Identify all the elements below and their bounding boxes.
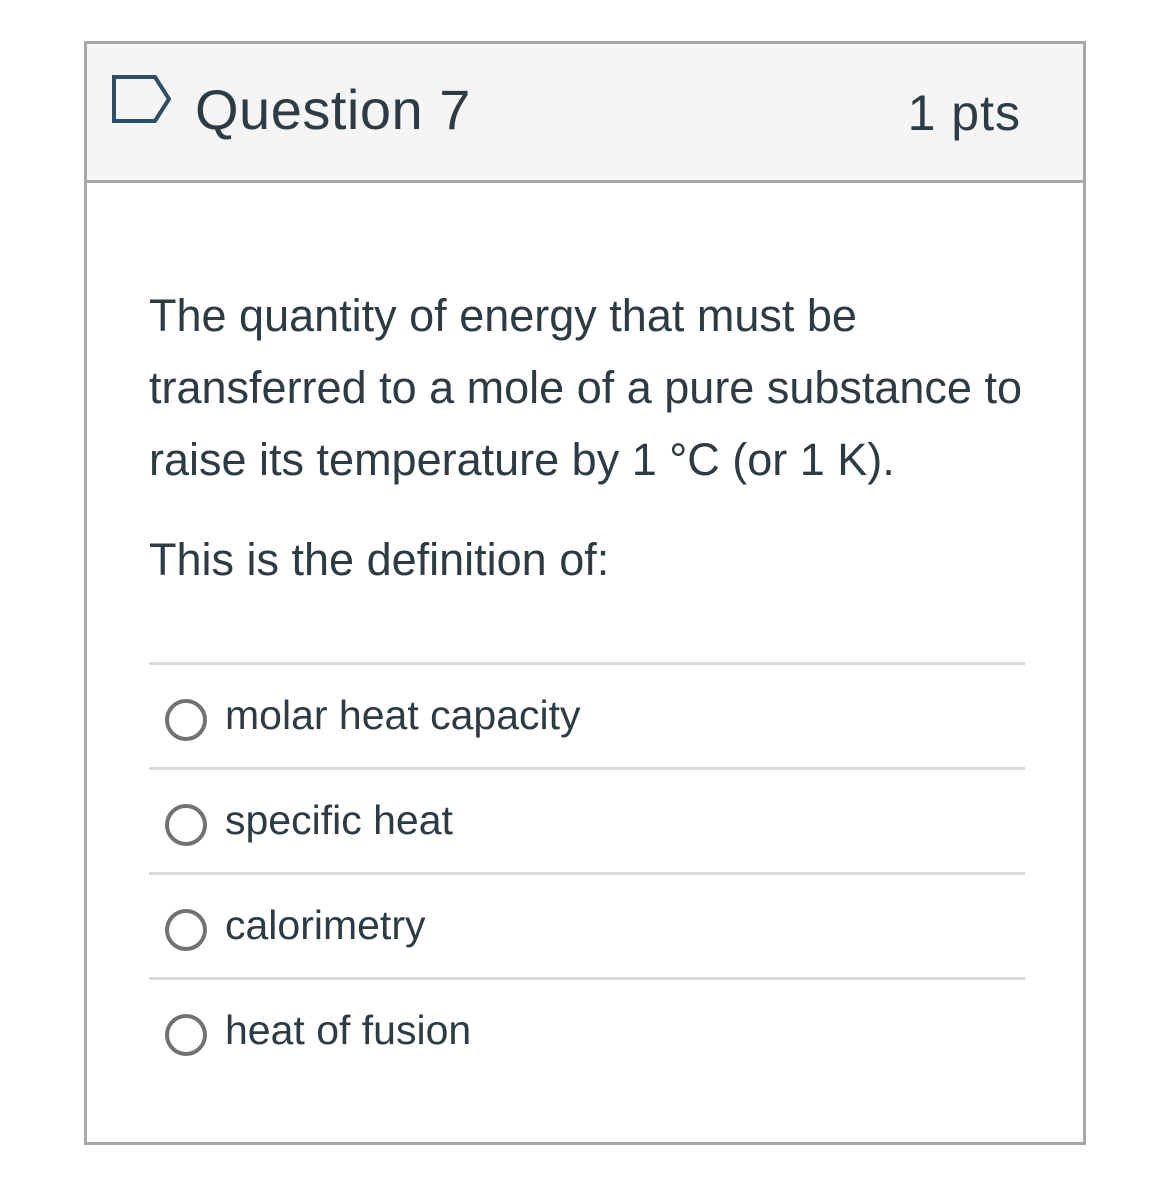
answer-option[interactable]: specific heat bbox=[149, 770, 1025, 875]
answer-label[interactable]: calorimetry bbox=[225, 899, 425, 951]
answer-list: molar heat capacity specific heat calori… bbox=[149, 662, 1025, 1082]
radio-button[interactable] bbox=[165, 909, 207, 951]
answer-option[interactable]: heat of fusion bbox=[149, 980, 1025, 1082]
radio-button[interactable] bbox=[165, 1014, 207, 1056]
question-header: Question 7 1 pts bbox=[87, 44, 1083, 183]
answer-option[interactable]: molar heat capacity bbox=[149, 665, 1025, 770]
question-points: 1 pts bbox=[907, 85, 1021, 141]
answer-label[interactable]: heat of fusion bbox=[225, 1004, 471, 1056]
answer-label[interactable]: specific heat bbox=[225, 794, 453, 846]
answer-option[interactable]: calorimetry bbox=[149, 875, 1025, 980]
question-prompt: This is the definition of: bbox=[149, 534, 610, 585]
question-title: Question 7 bbox=[195, 78, 471, 141]
question-text: The quantity of energy that must be tran… bbox=[149, 290, 1022, 485]
answer-label[interactable]: molar heat capacity bbox=[225, 689, 581, 741]
radio-button[interactable] bbox=[165, 699, 207, 741]
radio-button[interactable] bbox=[165, 804, 207, 846]
flag-outline-icon[interactable] bbox=[111, 74, 173, 124]
question-card: Question 7 1 pts The quantity of energy … bbox=[84, 41, 1086, 1145]
